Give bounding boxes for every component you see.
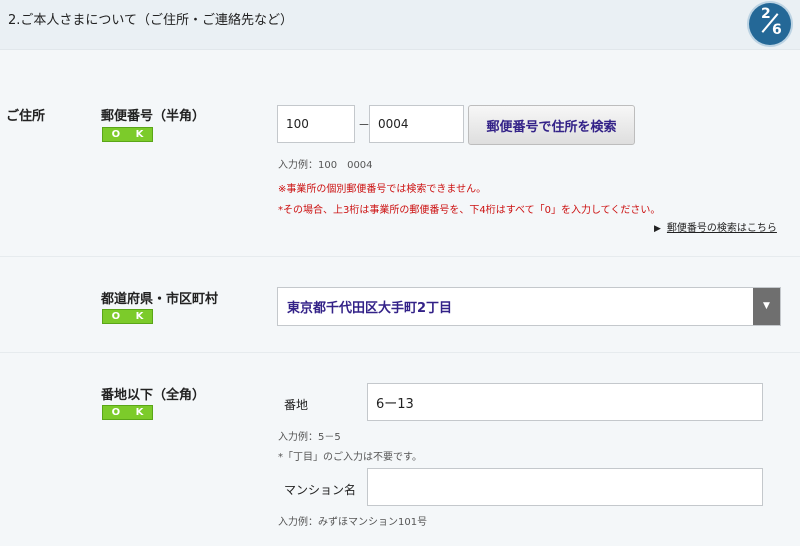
prefecture-label: 都道府県・市区町村 xyxy=(101,292,219,307)
step-total: 6 xyxy=(772,22,782,38)
banchi-input[interactable] xyxy=(367,383,763,421)
building-label: マンション名 xyxy=(284,483,357,497)
banchi-note: *「丁目」のご入力は不要です。 xyxy=(278,452,422,463)
postal-code-first-input[interactable] xyxy=(277,105,355,143)
building-example: 入力例：みずほマンション101号 xyxy=(278,517,428,528)
prefecture-selected-value: 東京都千代田区大手町2丁目 xyxy=(287,301,453,316)
banchi-label: 番地 xyxy=(284,398,309,412)
postal-lookup-row: ▶ 郵便番号の検索はこちら xyxy=(654,219,777,234)
postal-lookup-link[interactable]: 郵便番号の検索はこちら xyxy=(667,223,777,234)
section-header: 2.ご本人さまについて（ご住所・ご連絡先など） 2 6 xyxy=(0,0,800,50)
banchi-example: 入力例：5－5 xyxy=(278,432,341,443)
chevron-down-icon[interactable]: ▼ xyxy=(753,288,780,325)
street-ok-badge: O K xyxy=(102,405,153,420)
postal-search-button[interactable]: 郵便番号で住所を検索 xyxy=(468,105,635,145)
divider xyxy=(0,256,800,257)
building-input[interactable] xyxy=(367,468,763,506)
prefecture-select[interactable]: 東京都千代田区大手町2丁目 ▼ xyxy=(277,287,781,326)
postal-warning-1: ※事業所の個別郵便番号では検索できません。 xyxy=(278,184,487,195)
postal-ok-badge: O K xyxy=(102,127,153,142)
postal-warning-2: *その場合、上3桁は事業所の郵便番号を、下4桁はすべて「0」を入力してください。 xyxy=(278,205,661,216)
divider xyxy=(0,352,800,353)
postal-code-label: 郵便番号（半角） xyxy=(101,109,206,124)
step-indicator: 2 6 xyxy=(749,3,791,45)
section-title: 2.ご本人さまについて（ご住所・ご連絡先など） xyxy=(8,13,294,28)
postal-example: 入力例：100 0004 xyxy=(278,160,373,171)
address-section-label: ご住所 xyxy=(6,109,46,124)
prefecture-ok-badge: O K xyxy=(102,309,153,324)
triangle-right-icon: ▶ xyxy=(654,224,661,234)
step-current: 2 xyxy=(761,6,771,22)
postal-code-second-input[interactable] xyxy=(369,105,464,143)
street-label: 番地以下（全角） xyxy=(101,388,206,403)
